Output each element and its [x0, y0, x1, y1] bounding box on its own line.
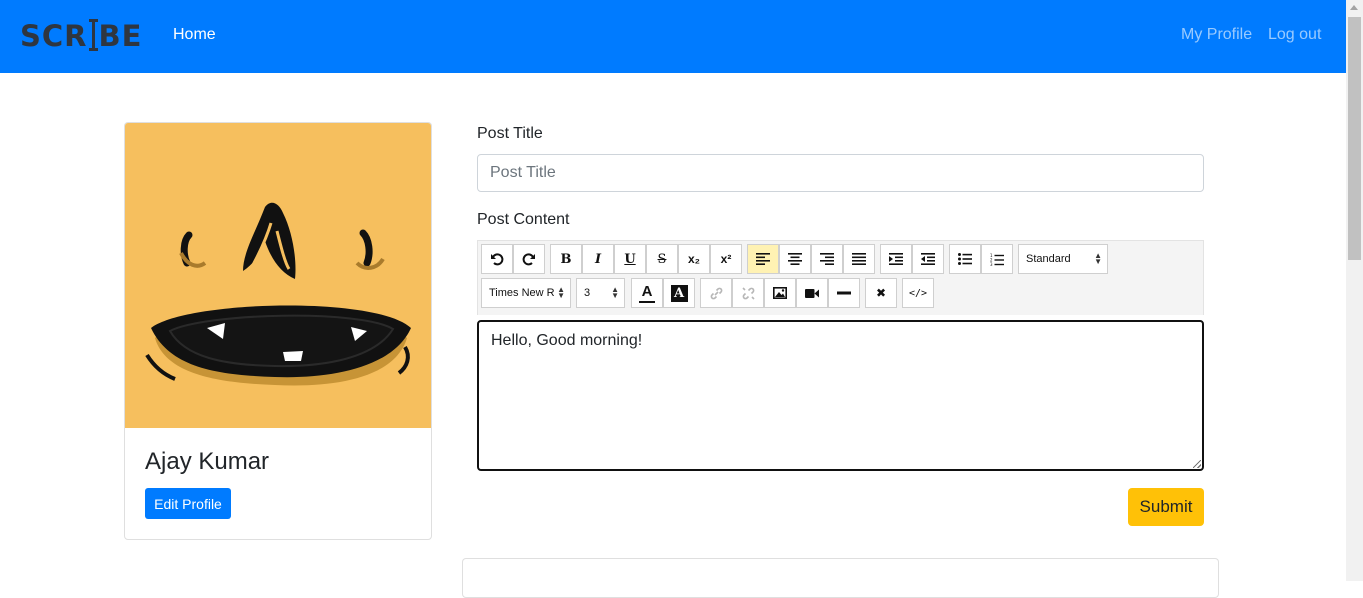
editor-toolbar: B I U S x₂ x² 123 Standard ▲ ▼ Times New … — [477, 240, 1204, 315]
font-family-select[interactable]: Times New R ▲ ▼ — [481, 278, 571, 308]
font-color-swatch — [639, 300, 655, 303]
unlink-icon[interactable] — [732, 278, 764, 308]
font-size-select[interactable]: 3 ▲ ▼ — [576, 278, 625, 308]
post-title-label: Post Title — [477, 125, 543, 142]
font-color-icon[interactable]: A — [631, 278, 663, 308]
brand-cursor-bar — [88, 19, 98, 51]
select-arrows-icon: ▲ ▼ — [557, 285, 565, 300]
source-code-icon[interactable]: </> — [902, 278, 934, 308]
indent-icon[interactable] — [880, 244, 912, 274]
avatar-smiley-icon — [125, 123, 431, 428]
svg-text:3: 3 — [990, 262, 993, 266]
remove-format-icon[interactable]: ✖ — [865, 278, 897, 308]
navbar: SCR BE Home My Profile Log out — [0, 0, 1346, 73]
page-scrollbar[interactable] — [1346, 0, 1363, 581]
scroll-thumb[interactable] — [1348, 17, 1361, 260]
post-list-card — [462, 558, 1219, 598]
post-content-label: Post Content — [477, 211, 570, 228]
highlight-glyph: A — [670, 284, 688, 302]
align-center-icon[interactable] — [779, 244, 811, 274]
horizontal-rule-icon[interactable] — [828, 278, 860, 308]
nav-my-profile-link[interactable]: My Profile — [1181, 26, 1252, 44]
scroll-up-arrow-icon[interactable] — [1350, 5, 1358, 10]
align-justify-icon[interactable] — [843, 244, 875, 274]
submit-button[interactable]: Submit — [1128, 488, 1204, 526]
font-size-value: 3 — [584, 287, 591, 299]
post-content-text: Hello, Good morning! — [491, 332, 643, 349]
undo-icon[interactable] — [481, 244, 513, 274]
post-title-input[interactable] — [477, 154, 1204, 192]
align-right-icon[interactable] — [811, 244, 843, 274]
paragraph-format-value: Standard — [1026, 253, 1071, 265]
italic-icon[interactable]: I — [582, 244, 614, 274]
highlight-color-icon[interactable]: A — [663, 278, 695, 308]
underline-icon[interactable]: U — [614, 244, 646, 274]
brand-text-left: SCR — [20, 19, 88, 53]
edit-profile-button[interactable]: Edit Profile — [145, 488, 231, 519]
redo-icon[interactable] — [513, 244, 545, 274]
video-icon[interactable] — [796, 278, 828, 308]
profile-name: Ajay Kumar — [145, 448, 270, 475]
brand-text-right: BE — [98, 19, 143, 53]
profile-card: Ajay Kumar Edit Profile — [124, 122, 432, 540]
subscript-icon[interactable]: x₂ — [678, 244, 710, 274]
post-content-editor[interactable]: Hello, Good morning! — [477, 320, 1204, 471]
select-arrows-icon: ▲ ▼ — [1094, 251, 1102, 266]
outdent-icon[interactable] — [912, 244, 944, 274]
font-color-glyph: A — [641, 282, 653, 300]
select-arrows-icon: ▲ ▼ — [611, 285, 619, 300]
paragraph-format-select[interactable]: Standard ▲ ▼ — [1018, 244, 1108, 274]
font-family-value: Times New R — [489, 287, 555, 299]
image-icon[interactable] — [764, 278, 796, 308]
nav-logout-link[interactable]: Log out — [1268, 26, 1321, 44]
nav-home-link[interactable]: Home — [173, 26, 216, 44]
brand-logo[interactable]: SCR BE — [20, 16, 142, 56]
strikethrough-icon[interactable]: S — [646, 244, 678, 274]
bullet-list-icon[interactable] — [949, 244, 981, 274]
resize-grip-icon[interactable] — [1193, 460, 1201, 468]
align-left-icon[interactable] — [747, 244, 779, 274]
superscript-icon[interactable]: x² — [710, 244, 742, 274]
numbered-list-icon[interactable]: 123 — [981, 244, 1013, 274]
link-icon[interactable] — [700, 278, 732, 308]
bold-icon[interactable]: B — [550, 244, 582, 274]
